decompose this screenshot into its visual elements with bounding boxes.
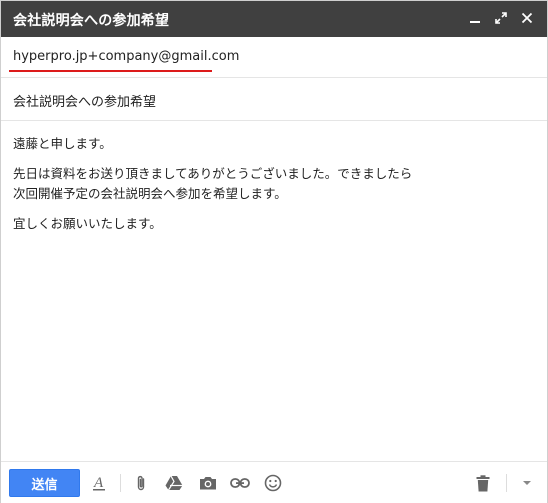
compose-toolbar: 送信 A [1, 461, 547, 503]
expand-icon[interactable] [493, 10, 509, 26]
window-controls [467, 10, 535, 26]
toolbar-divider [506, 474, 507, 492]
recipient-underline [9, 70, 212, 72]
recipient-address[interactable]: hyperpro.jp+company@gmail.com [13, 49, 239, 64]
body-line: 先日は資料をお送り頂きましてありがとうございました。できましたら [13, 166, 413, 181]
send-button[interactable]: 送信 [9, 469, 80, 497]
link-icon[interactable] [230, 473, 250, 493]
compose-window: 会社説明会への参加希望 hyperpro.jp+company@gmail.co… [0, 0, 548, 503]
body-line: 次回開催予定の会社説明会へ参加を希望します。 [13, 186, 287, 201]
body-line: 宜しくお願いいたします。 [13, 216, 162, 231]
emoji-icon[interactable] [263, 473, 283, 493]
trash-icon[interactable] [473, 473, 493, 493]
attach-icon[interactable] [131, 473, 151, 493]
compose-titlebar[interactable]: 会社説明会への参加希望 [1, 1, 547, 37]
subject-input[interactable]: 会社説明会への参加希望 [13, 91, 156, 110]
more-options-icon[interactable] [517, 473, 537, 493]
subject-field[interactable]: 会社説明会への参加希望 [1, 78, 547, 121]
minimize-icon[interactable] [467, 10, 483, 26]
body-line: 遠藤と申します。 [13, 136, 112, 151]
svg-text:A: A [93, 475, 104, 491]
to-field[interactable]: hyperpro.jp+company@gmail.com [1, 37, 547, 78]
toolbar-divider [120, 474, 121, 492]
camera-icon[interactable] [198, 473, 218, 493]
close-icon[interactable] [519, 10, 535, 26]
compose-title: 会社説明会への参加希望 [13, 13, 170, 29]
drive-icon[interactable] [164, 473, 184, 493]
format-text-icon[interactable]: A [89, 473, 109, 493]
message-body[interactable]: 遠藤と申します。 先日は資料をお送り頂きましてありがとうございました。できました… [13, 134, 533, 244]
